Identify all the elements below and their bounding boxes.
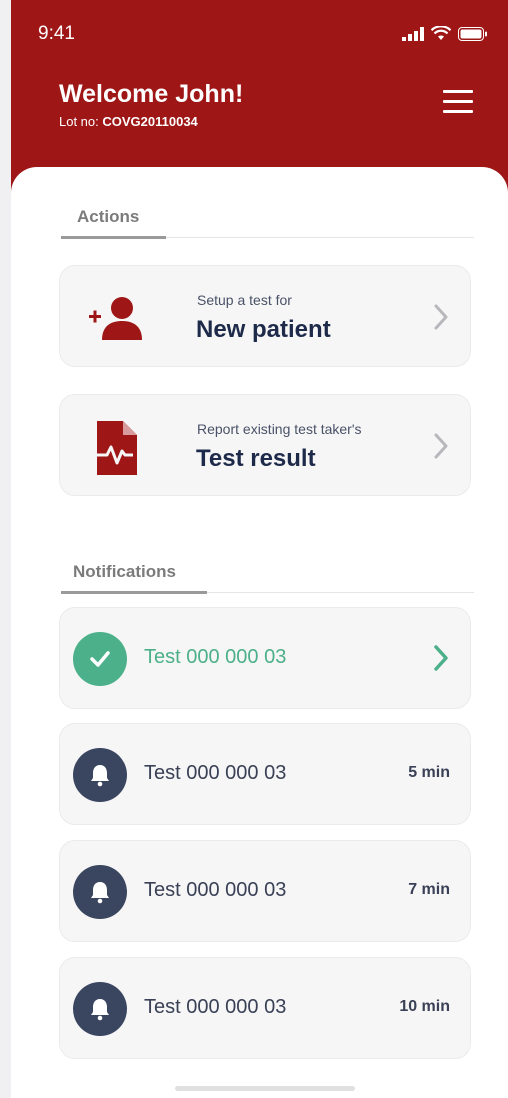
notification-item-done[interactable]: Test 000 000 03: [59, 607, 471, 709]
notification-item[interactable]: Test 000 000 03 5 min: [59, 723, 471, 825]
battery-icon: [458, 26, 487, 41]
notification-time: 5 min: [408, 764, 450, 781]
add-user-icon: [89, 297, 142, 340]
notifications-section-label: Notifications: [73, 562, 176, 581]
notification-title: Test 000 000 03: [144, 879, 287, 901]
notifications-divider: [61, 591, 474, 594]
chevron-right-icon: [434, 433, 448, 459]
bell-icon: [73, 865, 127, 919]
bell-icon: [73, 748, 127, 802]
new-patient-subtitle: Setup a test for: [197, 292, 292, 308]
lot-value: COVG20110034: [102, 114, 198, 129]
notification-title: Test 000 000 03: [144, 762, 287, 784]
test-result-subtitle: Report existing test taker's: [197, 421, 362, 437]
notification-item[interactable]: Test 000 000 03 10 min: [59, 957, 471, 1059]
status-bar: 9:41: [11, 20, 508, 50]
status-icons: [402, 26, 488, 41]
test-result-title: Test result: [196, 445, 316, 472]
actions-section-label: Actions: [77, 207, 140, 226]
document-pulse-icon: [93, 421, 137, 475]
welcome-title: Welcome John!: [59, 80, 244, 108]
notification-item[interactable]: Test 000 000 03 7 min: [59, 840, 471, 942]
lot-label: Lot no:: [59, 114, 103, 129]
new-patient-card[interactable]: Setup a test for New patient: [59, 265, 471, 367]
status-time: 9:41: [38, 23, 75, 44]
phone-screen: 9:41 Welcome John! Lot no: COVG20110034 …: [11, 0, 508, 1098]
test-result-card[interactable]: Report existing test taker's Test result: [59, 394, 471, 496]
notification-title: Test 000 000 03: [144, 646, 287, 668]
notification-time: 10 min: [399, 998, 450, 1015]
signal-icon: [402, 26, 424, 41]
notification-title: Test 000 000 03: [144, 996, 287, 1018]
actions-divider: [61, 236, 474, 239]
wifi-icon: [431, 26, 451, 40]
bell-icon: [73, 982, 127, 1036]
home-indicator[interactable]: [175, 1086, 355, 1091]
notification-time: 7 min: [408, 881, 450, 898]
chevron-right-icon: [434, 304, 448, 330]
new-patient-title: New patient: [196, 316, 331, 343]
checkmark-icon: [73, 632, 127, 686]
lot-number: Lot no: COVG20110034: [59, 114, 198, 129]
hamburger-menu-icon[interactable]: [443, 90, 473, 116]
chevron-right-icon: [434, 645, 448, 671]
